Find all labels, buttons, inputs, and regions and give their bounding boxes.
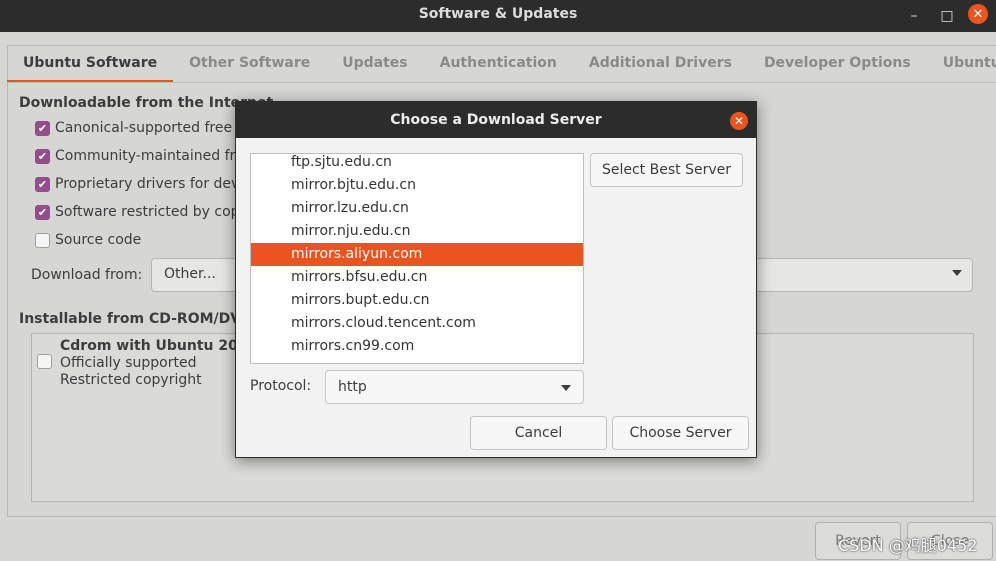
checkbox-checked-icon[interactable]: ✔ bbox=[35, 148, 50, 164]
window-title: Software & Updates bbox=[418, 6, 578, 22]
checkbox-source-code-label: Source code bbox=[55, 232, 142, 248]
checkbox-checked-icon[interactable]: ✔ bbox=[35, 176, 50, 192]
server-list-item[interactable]: mirror.lzu.edu.cn bbox=[251, 197, 583, 220]
checkbox-checked-icon[interactable]: ✔ bbox=[35, 120, 50, 136]
cdrom-entry-line2: Officially supported bbox=[60, 355, 197, 371]
protocol-select[interactable]: http bbox=[325, 370, 584, 404]
tab-ubuntu-software[interactable]: Ubuntu Software bbox=[7, 45, 174, 83]
minimize-icon[interactable]: – bbox=[903, 5, 925, 27]
server-list-item[interactable]: mirror.nju.edu.cn bbox=[251, 220, 583, 243]
tab-divider bbox=[7, 82, 996, 83]
server-list-item[interactable]: mirrors.bupt.edu.cn bbox=[251, 289, 583, 312]
server-list[interactable]: ftp.sjtu.edu.cn mirror.bjtu.edu.cn mirro… bbox=[250, 153, 584, 364]
cdrom-entry: Cdrom with Ubuntu 20.04 Officially suppo… bbox=[60, 338, 263, 389]
dialog-titlebar: Choose a Download Server ✕ bbox=[236, 102, 756, 138]
watermark: CSDN @鸡腿0452 bbox=[838, 536, 978, 555]
dialog-title: Choose a Download Server bbox=[390, 112, 602, 128]
tab-developer-options[interactable]: Developer Options bbox=[748, 45, 927, 83]
dialog-close-icon[interactable]: ✕ bbox=[730, 112, 748, 130]
tab-authentication[interactable]: Authentication bbox=[424, 45, 573, 83]
cdrom-entry-line3: Restricted copyright bbox=[60, 372, 202, 388]
download-from-value: Other... bbox=[164, 266, 216, 282]
server-list-item[interactable]: mirrors.bfsu.edu.cn bbox=[251, 266, 583, 289]
maximize-icon[interactable]: □ bbox=[936, 5, 958, 27]
checkbox-source-code[interactable]: Source code bbox=[35, 232, 141, 248]
chevron-down-icon bbox=[561, 385, 571, 391]
checkbox-checked-icon[interactable]: ✔ bbox=[35, 204, 50, 220]
server-list-item-selected[interactable]: mirrors.aliyun.com bbox=[251, 243, 583, 266]
choose-server-button[interactable]: Choose Server bbox=[612, 416, 749, 450]
choose-server-dialog: Choose a Download Server ✕ ftp.sjtu.edu.… bbox=[235, 101, 757, 458]
tab-bar: Ubuntu Software Other Software Updates A… bbox=[7, 45, 996, 83]
protocol-value: http bbox=[338, 379, 367, 395]
cdrom-entry-title: Cdrom with Ubuntu 20.04 bbox=[60, 338, 263, 354]
tab-additional-drivers[interactable]: Additional Drivers bbox=[573, 45, 748, 83]
window-titlebar: Software & Updates – □ ✕ bbox=[0, 0, 996, 32]
server-list-item[interactable]: mirrors.cloud.tencent.com bbox=[251, 312, 583, 335]
download-from-label: Download from: bbox=[31, 267, 143, 283]
checkbox-unchecked-icon[interactable] bbox=[35, 232, 50, 248]
server-list-item[interactable]: mirror.bjtu.edu.cn bbox=[251, 174, 583, 197]
server-list-item[interactable]: mirrors.cn99.com bbox=[251, 335, 583, 358]
cdrom-checkbox[interactable] bbox=[37, 354, 52, 369]
close-icon[interactable]: ✕ bbox=[968, 4, 988, 24]
select-best-server-button[interactable]: Select Best Server bbox=[590, 153, 743, 187]
chevron-down-icon bbox=[952, 270, 962, 276]
server-list-item[interactable]: ftp.sjtu.edu.cn bbox=[251, 154, 583, 174]
cdrom-heading: Installable from CD-ROM/DVD bbox=[19, 311, 253, 327]
tab-updates[interactable]: Updates bbox=[326, 45, 423, 83]
tab-ubuntu-pro[interactable]: Ubuntu Pro bbox=[927, 45, 996, 83]
cancel-button[interactable]: Cancel bbox=[470, 416, 607, 450]
protocol-label: Protocol: bbox=[250, 378, 312, 394]
tab-other-software[interactable]: Other Software bbox=[173, 45, 326, 83]
